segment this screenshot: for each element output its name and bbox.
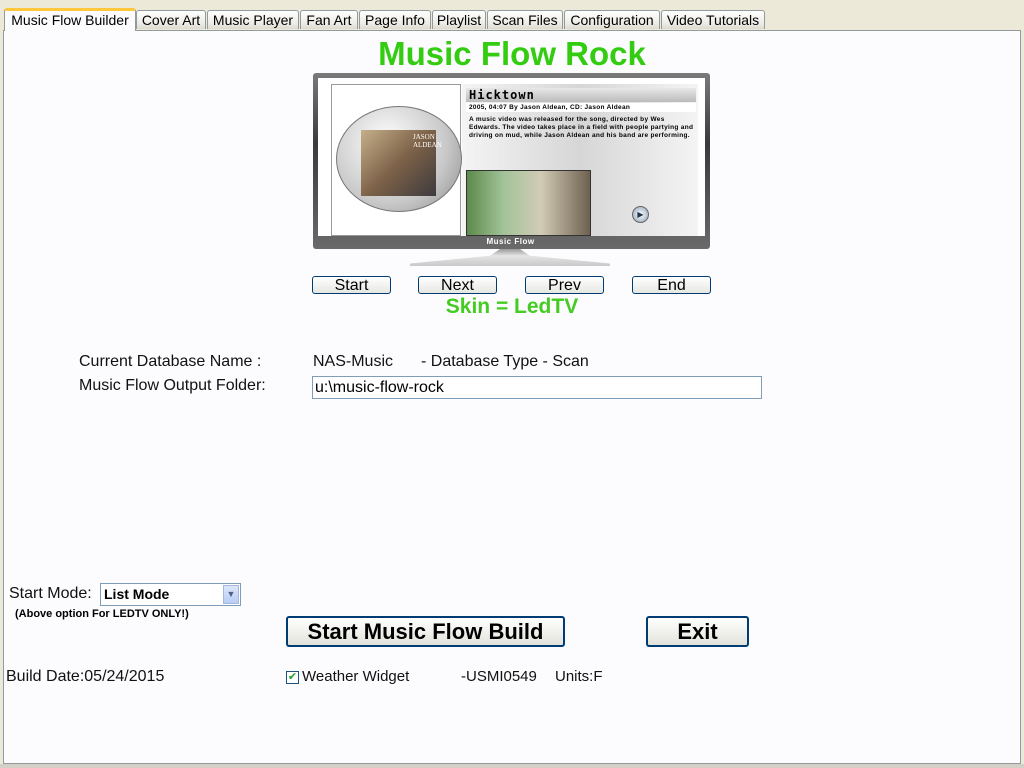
- build-date: Build Date:05/24/2015: [6, 668, 165, 685]
- tv-screen: JASON ALDEAN Hicktown 2005, 04:07 By Jas…: [318, 78, 705, 236]
- start-mode-value: List Mode: [104, 586, 170, 602]
- tab-cover-art[interactable]: Cover Art: [136, 10, 206, 29]
- weather-units: Units:F: [555, 668, 603, 685]
- start-mode-note: (Above option For LEDTV ONLY!): [15, 608, 189, 620]
- skin-preview: JASON ALDEAN Hicktown 2005, 04:07 By Jas…: [313, 73, 710, 268]
- album-cover-text: JASON ALDEAN: [413, 133, 442, 149]
- page-title: Music Flow Rock: [378, 35, 646, 72]
- database-type: - Database Type - Scan: [421, 353, 589, 370]
- tab-scan-files[interactable]: Scan Files: [487, 10, 563, 29]
- end-button[interactable]: End: [632, 276, 711, 294]
- tab-bar: Music Flow Builder Cover Art Music Playe…: [4, 8, 1024, 31]
- skin-label: Skin = LedTV: [445, 295, 579, 318]
- tab-fan-art[interactable]: Fan Art: [300, 10, 358, 29]
- output-folder-label: Music Flow Output Folder:: [79, 377, 266, 394]
- tv-stand: [410, 249, 610, 266]
- tab-music-flow-builder[interactable]: Music Flow Builder: [4, 8, 136, 31]
- video-thumbnail: [466, 170, 591, 236]
- song-title: Hicktown: [466, 88, 696, 102]
- start-mode-select[interactable]: List Mode ▼: [100, 583, 241, 606]
- database-name-value: NAS-Music: [313, 353, 394, 370]
- tv-brand: Music Flow: [486, 237, 535, 246]
- start-build-button[interactable]: Start Music Flow Build: [286, 616, 565, 647]
- tab-configuration[interactable]: Configuration: [564, 10, 660, 29]
- weather-location-code: -USMI0549: [461, 668, 537, 685]
- tv-frame: JASON ALDEAN Hicktown 2005, 04:07 By Jas…: [313, 73, 710, 249]
- tab-page-info[interactable]: Page Info: [359, 10, 431, 29]
- song-info-panel: Hicktown 2005, 04:07 By Jason Aldean, CD…: [462, 84, 698, 236]
- database-name-label: Current Database Name :: [79, 353, 262, 370]
- play-icon: ▶: [632, 206, 649, 223]
- output-folder-input[interactable]: [312, 376, 762, 399]
- start-button[interactable]: Start: [312, 276, 391, 294]
- tab-playlist[interactable]: Playlist: [432, 10, 486, 29]
- song-meta: 2005, 04:07 By Jason Aldean, CD: Jason A…: [466, 103, 696, 112]
- tab-music-player[interactable]: Music Player: [207, 10, 299, 29]
- start-mode-label: Start Mode:: [9, 585, 92, 602]
- next-button[interactable]: Next: [418, 276, 497, 294]
- window-bottom-edge: [0, 764, 1024, 768]
- chevron-down-icon[interactable]: ▼: [223, 585, 239, 604]
- checkmark-icon: ✔: [287, 671, 298, 683]
- weather-widget-checkbox[interactable]: ✔: [286, 671, 299, 684]
- exit-button[interactable]: Exit: [646, 616, 749, 647]
- prev-button[interactable]: Prev: [525, 276, 604, 294]
- song-description: A music video was released for the song,…: [469, 116, 694, 139]
- tab-video-tutorials[interactable]: Video Tutorials: [661, 10, 765, 29]
- weather-widget-label[interactable]: Weather Widget: [302, 668, 409, 685]
